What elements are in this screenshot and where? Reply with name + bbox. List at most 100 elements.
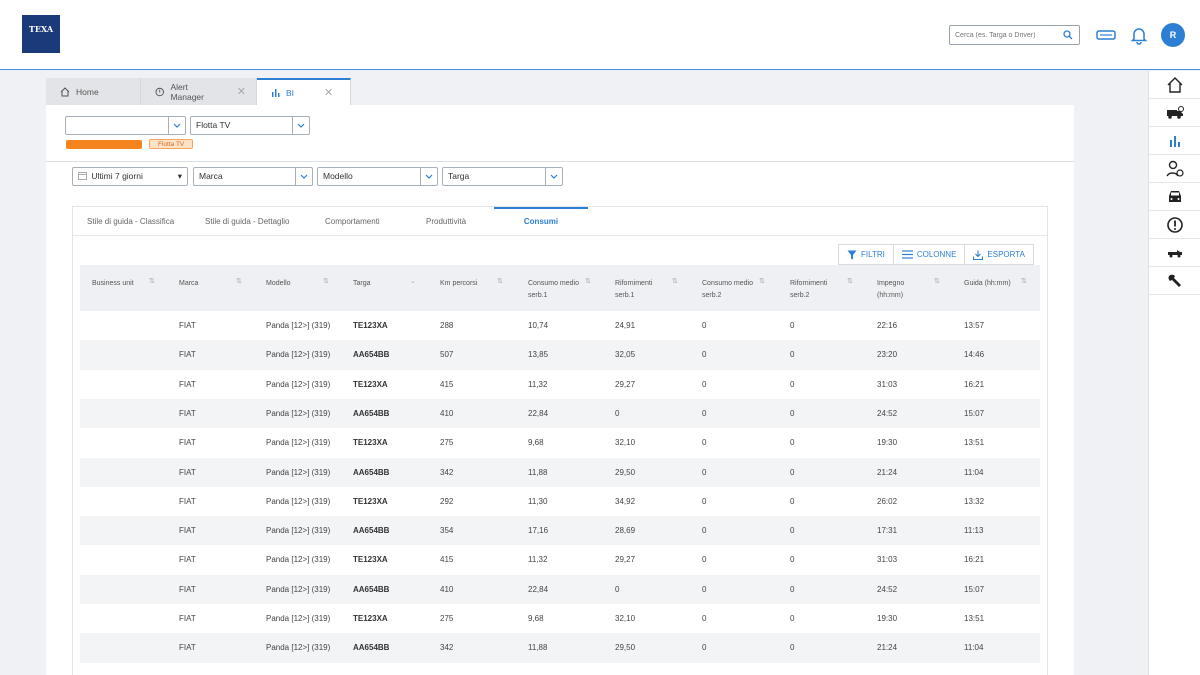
sort-icon[interactable]: ⇅ xyxy=(149,276,155,288)
rail-alerts[interactable] xyxy=(1149,211,1200,239)
sort-icon[interactable]: ⇅ xyxy=(759,276,765,288)
company-select[interactable] xyxy=(65,116,186,135)
columns-button[interactable]: COLONNE xyxy=(894,245,966,264)
fleet-chip[interactable]: Flotta TV xyxy=(149,139,194,149)
column-header[interactable]: Consumo medio serb.1 ⇅ xyxy=(528,278,598,302)
chevron-down-icon[interactable] xyxy=(420,168,437,185)
model-select[interactable]: Modello xyxy=(317,167,438,186)
period-select[interactable]: Ultimi 7 giorni ▾ xyxy=(72,167,188,186)
table-cell: Panda [12>] (319) xyxy=(266,614,330,623)
sort-icon[interactable]: ⇅ xyxy=(323,276,329,288)
table-cell: 0 xyxy=(790,350,795,360)
tab-alert-manager[interactable]: Alert Manager ✕ xyxy=(141,78,257,105)
table-cell xyxy=(92,340,162,369)
filters-button[interactable]: FILTRI xyxy=(839,245,894,264)
table-row[interactable]: FIAT Panda [12>] (319) TE123XA 288 10,74 24,9… xyxy=(80,311,1040,340)
plate-select[interactable]: Targa xyxy=(442,167,563,186)
bell-icon[interactable] xyxy=(1128,24,1150,46)
column-header[interactable]: Business unit ⇅ xyxy=(92,278,162,290)
rail-home[interactable] xyxy=(1149,71,1200,99)
rail-bi[interactable] xyxy=(1149,127,1200,155)
table-cell: 16:21 xyxy=(964,379,985,389)
rail-cars[interactable] xyxy=(1149,183,1200,211)
sort-icon[interactable]: ⇅ xyxy=(585,276,591,288)
subtab-consumption[interactable]: Consumi xyxy=(494,207,588,236)
table-row[interactable]: FIAT Panda [12>] (319) AA654BB 354 17,16 28,6… xyxy=(80,516,1040,546)
table-row[interactable]: FIAT Panda [12>] (319) AA654BB 342 11,88 29,5… xyxy=(80,457,1040,487)
table-row[interactable]: FIAT Panda [12>] (319) AA654BB 507 13,85 32,0… xyxy=(80,340,1040,370)
report-tabs: Stile di guida - Classifica Stile di gui… xyxy=(73,207,1047,236)
table-cell: Panda [12>] (319) xyxy=(266,496,330,506)
column-header[interactable]: Guida (hh:mm) ⇅ xyxy=(964,278,1034,290)
search-input[interactable] xyxy=(950,26,1060,44)
tab-bar: Home Alert Manager ✕ BI ✕ xyxy=(46,78,351,105)
chevron-down-icon[interactable] xyxy=(295,168,312,185)
bar-chart-icon xyxy=(272,89,280,97)
table-row[interactable]: FIAT Panda [12>] (319) TE123XA 292 11,30 34,9… xyxy=(80,487,1040,516)
table-row[interactable]: FIAT Panda [12>] (319) AA654BB 410 22,84 0 0 0 2… xyxy=(80,398,1040,429)
table-cell: 0 xyxy=(790,379,795,389)
sort-icon[interactable]: ⇅ xyxy=(934,276,940,288)
subtab-behaviours[interactable]: Comportamenti xyxy=(325,207,380,236)
caret-down-icon: ▾ xyxy=(177,171,182,181)
table-cell: 32,10 xyxy=(615,438,636,448)
chevron-down-icon[interactable] xyxy=(292,117,309,134)
user-avatar[interactable]: R xyxy=(1161,23,1185,47)
column-header[interactable]: Km percorsi ⇅ xyxy=(440,278,510,290)
sort-icon[interactable]: ⇅ xyxy=(236,276,242,288)
sort-icon[interactable]: ⇅ xyxy=(847,276,853,288)
table-row[interactable]: FIAT Panda [12>] (319) TE123XA 415 11,32 29,2… xyxy=(80,370,1040,399)
table-cell: 11,30 xyxy=(528,496,548,506)
rail-tools[interactable] xyxy=(1149,267,1200,295)
chevron-down-icon[interactable] xyxy=(545,168,562,185)
table-row[interactable]: FIAT Panda [12>] (319) TE123XA 275 9,68 32,10… xyxy=(80,428,1040,457)
alert-icon xyxy=(155,87,164,96)
sort-icon[interactable]: ⇅ xyxy=(1021,276,1027,288)
subtab-style-detail[interactable]: Stile di guida - Dettaglio xyxy=(205,207,290,236)
column-header[interactable]: Modello ⇅ xyxy=(266,278,336,290)
fleet-select[interactable]: Flotta TV xyxy=(190,116,310,135)
sort-desc-icon[interactable]: ⌄ xyxy=(410,276,416,288)
table-row[interactable]: FIAT Panda [12>] (319) AA654BB 410 22,84 0 0 0 2… xyxy=(80,574,1040,604)
table-cell: 0 xyxy=(702,350,707,360)
table-cell: 0 xyxy=(702,321,707,330)
columns-icon xyxy=(901,250,913,259)
subtab-style-ranking[interactable]: Stile di guida - Classifica xyxy=(87,207,174,236)
tab-home[interactable]: Home xyxy=(46,78,141,105)
column-header[interactable]: Targa ⌄ xyxy=(353,278,423,290)
search-icon[interactable] xyxy=(1063,30,1073,40)
table-cell: 13:51 xyxy=(964,614,985,623)
rail-drivers[interactable] xyxy=(1149,155,1200,183)
rail-maintenance[interactable] xyxy=(1149,239,1200,267)
tab-bi[interactable]: BI ✕ xyxy=(257,78,351,105)
chevron-down-icon[interactable] xyxy=(168,117,185,134)
close-icon[interactable]: ✕ xyxy=(237,85,246,98)
table-cell: 0 xyxy=(702,584,707,594)
device-icon[interactable] xyxy=(1095,24,1117,46)
table-cell xyxy=(92,458,162,487)
table-row[interactable]: FIAT Panda [12>] (319) TE123XA 275 9,68 32,10… xyxy=(80,604,1040,633)
table-header: Business unit ⇅ Marca ⇅ Modello ⇅ Targa ⌄ Km per… xyxy=(80,265,1040,311)
column-header[interactable]: Rifornimenti serb.1 ⇅ xyxy=(615,278,685,302)
rail-vehicles[interactable] xyxy=(1149,99,1200,127)
table-row[interactable]: FIAT Panda [12>] (319) TE123XA 415 11,32 29,2… xyxy=(80,545,1040,574)
column-header[interactable]: Rifornimenti serb.2 ⇅ xyxy=(790,278,860,302)
tab-label: Home xyxy=(76,86,99,97)
search-box[interactable] xyxy=(949,25,1080,45)
subtab-productivity[interactable]: Produttività xyxy=(426,207,466,236)
company-chip[interactable] xyxy=(66,140,142,149)
table-row[interactable]: FIAT Panda [12>] (319) AA654BB 342 11,88 29,5… xyxy=(80,633,1040,663)
column-header[interactable]: Impegno (hh:mm) ⇅ xyxy=(877,278,947,302)
column-header[interactable]: Consumo medio serb.2 ⇅ xyxy=(702,278,772,302)
texa-logo[interactable]: TEXA xyxy=(22,15,60,53)
sort-icon[interactable]: ⇅ xyxy=(672,276,678,288)
column-header[interactable]: Marca ⇅ xyxy=(179,278,249,290)
brand-select[interactable]: Marca xyxy=(193,167,313,186)
table-cell: TE123XA xyxy=(353,321,388,330)
table-cell xyxy=(92,604,162,633)
table-cell: 0 xyxy=(790,496,795,506)
sort-icon[interactable]: ⇅ xyxy=(497,276,503,288)
close-icon[interactable]: ✕ xyxy=(324,86,333,99)
export-button[interactable]: ESPORTA xyxy=(965,245,1033,264)
table-cell: FIAT xyxy=(179,321,196,330)
